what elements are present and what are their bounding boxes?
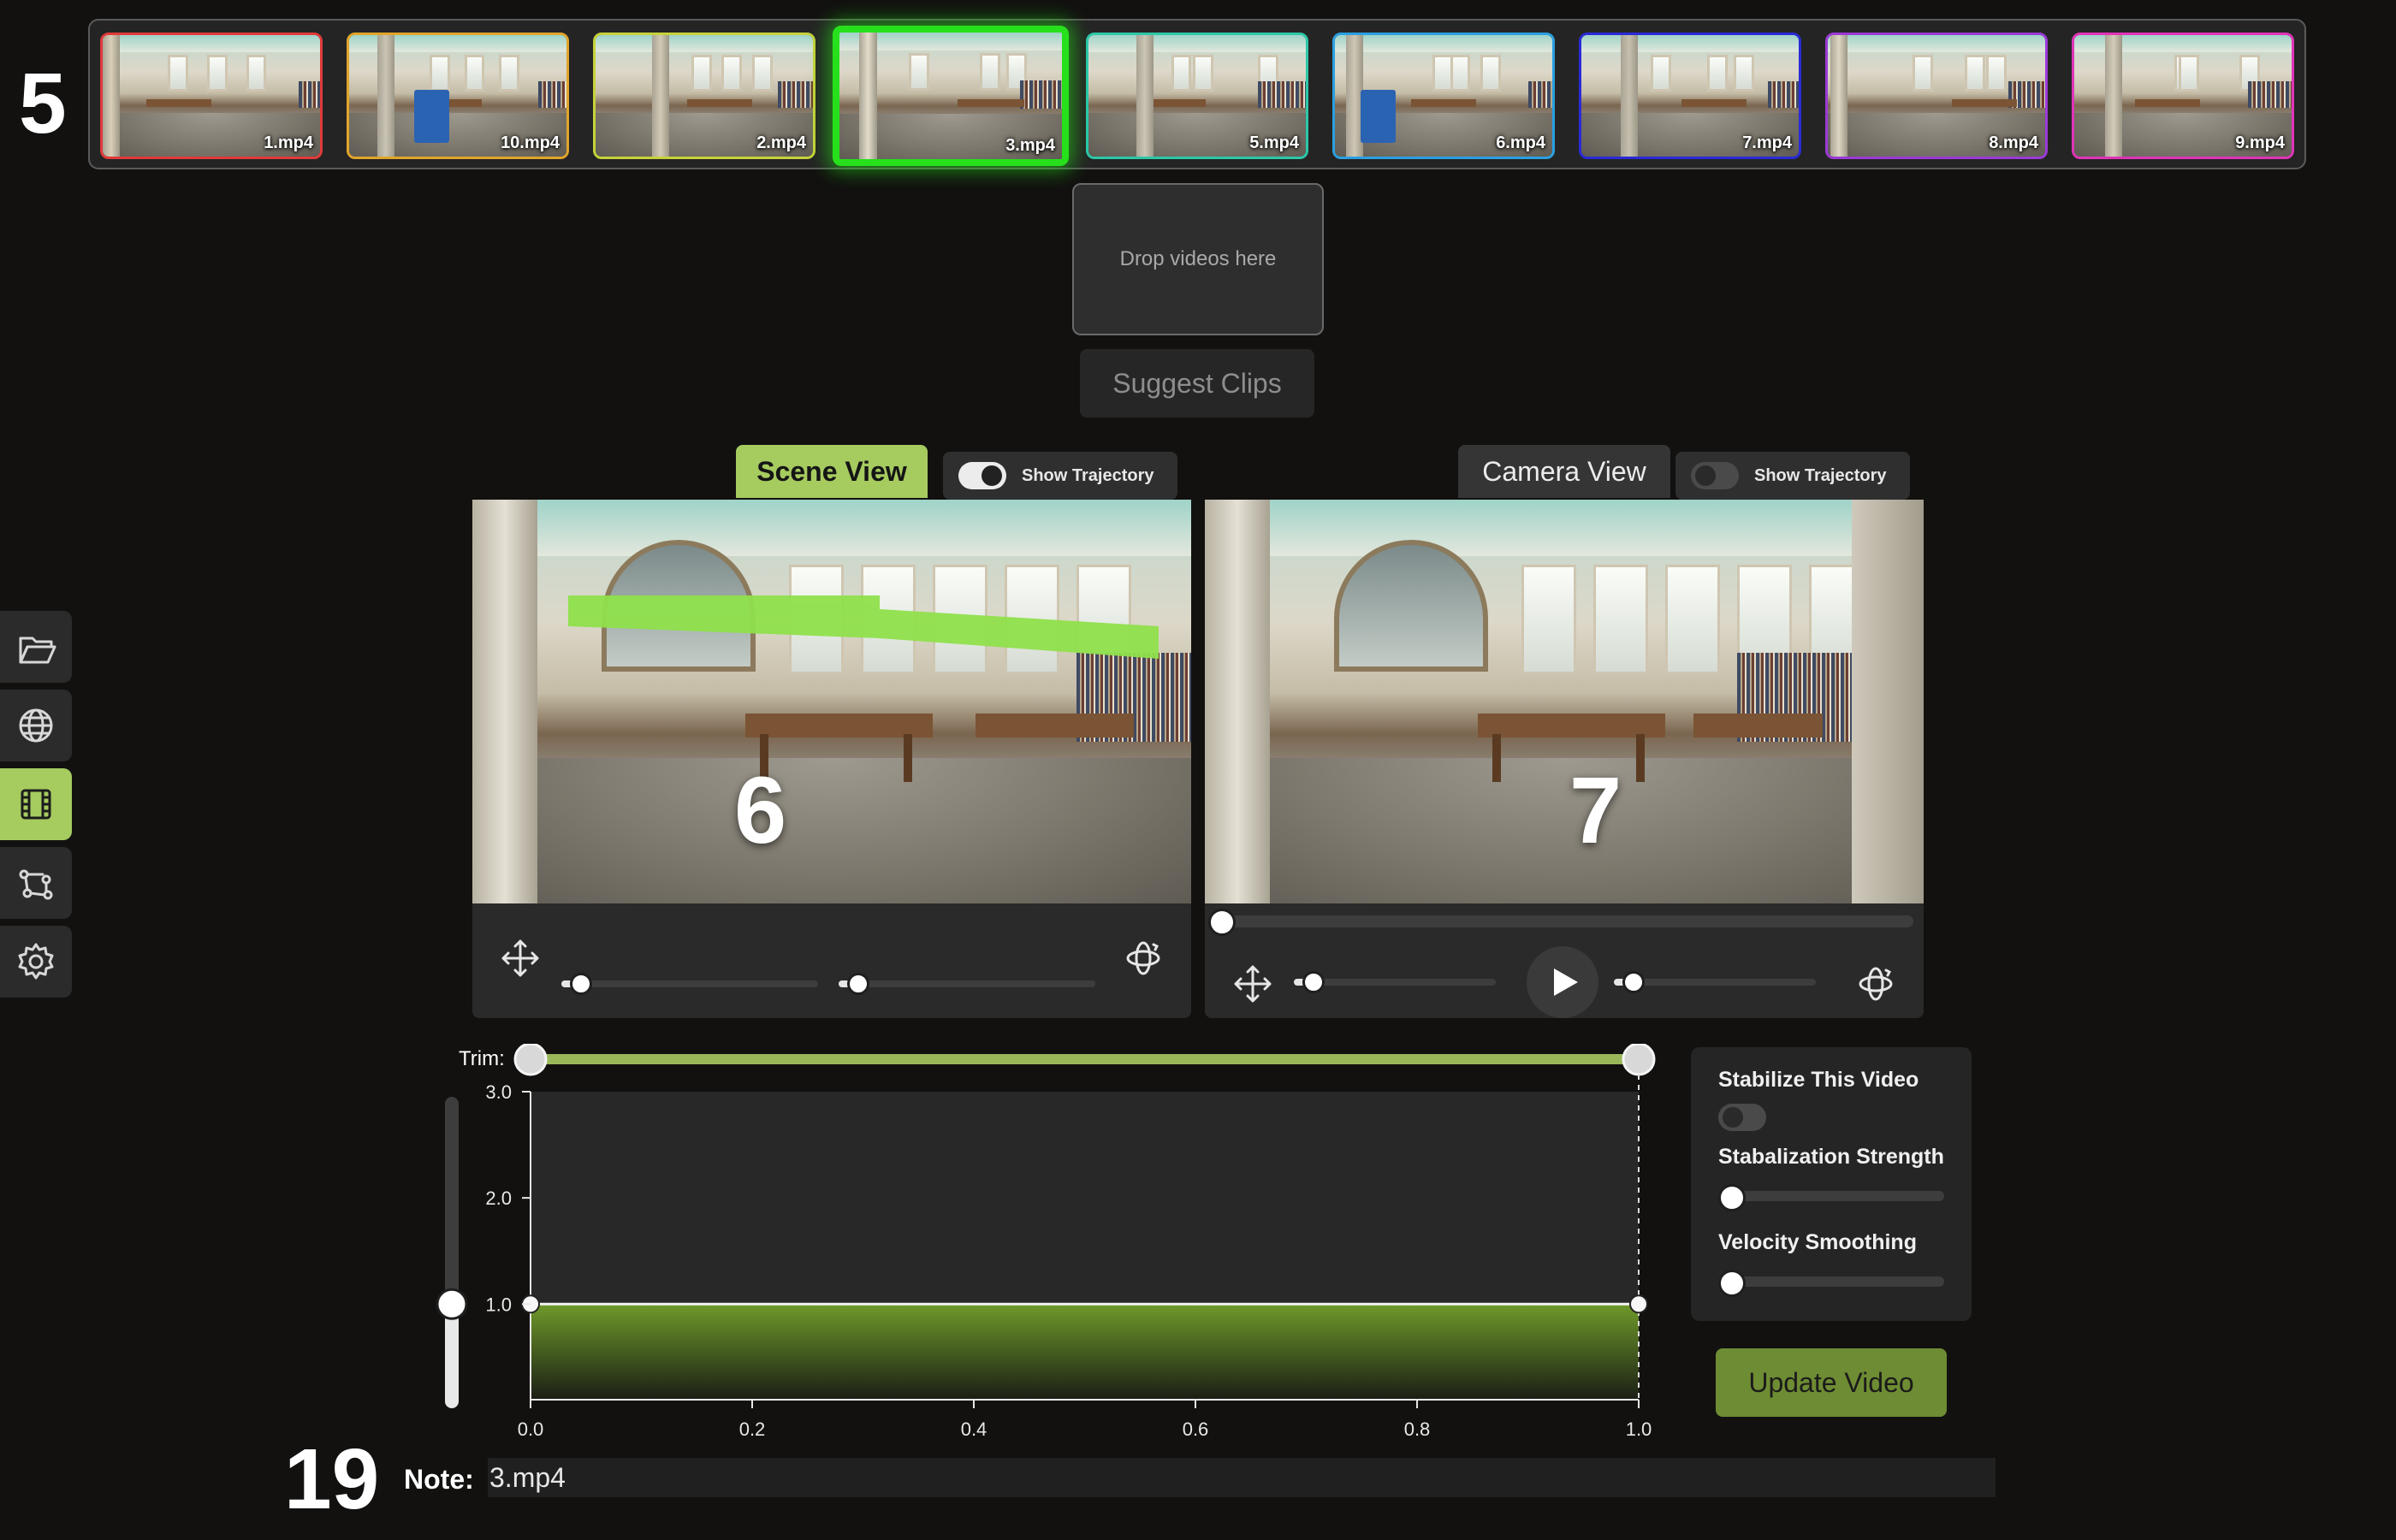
- trim-start-handle[interactable]: [513, 1044, 548, 1076]
- folder-open-icon: [19, 637, 56, 664]
- x-tick-label: 0.8: [1404, 1419, 1431, 1440]
- y-tick-label: 2.0: [485, 1188, 512, 1209]
- clip-thumbnail-5[interactable]: 5.mp4: [1086, 33, 1308, 159]
- clip-thumbnail-8[interactable]: 8.mp4: [1825, 33, 2048, 159]
- strength-slider[interactable]: [1718, 1191, 1944, 1201]
- camera-viewport[interactable]: 7: [1205, 500, 1924, 903]
- note-label: Note:: [404, 1464, 474, 1495]
- x-tick-label: 1.0: [1626, 1419, 1652, 1440]
- drop-videos-zone[interactable]: Drop videos here: [1072, 183, 1324, 335]
- scene-image: [472, 500, 1191, 903]
- clip-thumbnail-2[interactable]: 2.mp4: [593, 33, 815, 159]
- camera-show-trajectory-toggle[interactable]: Show Trajectory: [1675, 452, 1910, 500]
- scene-trajectory-label: Show Trajectory: [1022, 465, 1154, 485]
- play-icon: [1554, 968, 1578, 996]
- timeline-scrubber[interactable]: [1215, 915, 1913, 927]
- scene-controls: [472, 903, 1191, 1018]
- x-tick-label: 0.0: [518, 1419, 544, 1440]
- speed-curve-chart[interactable]: 0.0 0.2 0.4 0.6 0.8 1.0 1.0 2.0 3.0: [402, 1044, 1669, 1454]
- camera-trajectory-switch[interactable]: [1691, 462, 1739, 489]
- scene-zoom-slider-knob[interactable]: [847, 973, 869, 995]
- orbit-icon[interactable]: [1123, 938, 1164, 979]
- play-button[interactable]: [1527, 946, 1598, 1018]
- clip-strip: 1.mp4 10.mp4 2.mp4 3.mp4 5.mp4 6.mp4 7.mp4 8.mp…: [88, 19, 2306, 169]
- gear-icon: [18, 943, 54, 980]
- stabilize-label: Stabilize This Video: [1718, 1068, 1919, 1092]
- clip-filename-label: 6.mp4: [1496, 133, 1545, 152]
- stabilization-settings-panel: Stabilize This Video Stabalization Stren…: [1691, 1047, 1972, 1321]
- clip-filename-label: 1.mp4: [264, 133, 313, 152]
- clip-thumbnail-3[interactable]: 3.mp4: [833, 26, 1069, 166]
- clip-filename-label: 8.mp4: [1989, 133, 2038, 152]
- scene-pan-slider[interactable]: [561, 980, 818, 987]
- y-scale-slider-knob[interactable]: [436, 1288, 468, 1320]
- globe-icon: [19, 708, 53, 743]
- tab-scene-view[interactable]: Scene View: [736, 445, 928, 498]
- sidebar-button-film[interactable]: [0, 768, 72, 840]
- clip-filename-label: 7.mp4: [1742, 133, 1792, 152]
- x-tick-label: 0.2: [739, 1419, 766, 1440]
- move-icon[interactable]: [1232, 963, 1273, 1004]
- trim-range-bar[interactable]: [531, 1054, 1639, 1064]
- move-icon[interactable]: [500, 938, 541, 979]
- clip-filename-label: 3.mp4: [1005, 136, 1055, 155]
- camera-controls: [1205, 903, 1924, 1018]
- scene-viewport[interactable]: 6: [472, 500, 1191, 903]
- camera-trajectory-label: Show Trajectory: [1754, 465, 1887, 485]
- camera-pan-slider-knob[interactable]: [1302, 971, 1325, 993]
- sidebar-button-graph-nodes[interactable]: [0, 847, 72, 919]
- annotation-7: 7: [1569, 758, 1622, 863]
- graph-nodes-icon: [19, 869, 53, 900]
- strength-label: Stabalization Strength: [1718, 1145, 1944, 1169]
- note-input[interactable]: [488, 1458, 1996, 1497]
- sidebar-button-folder-open[interactable]: [0, 611, 72, 683]
- speed-point[interactable]: [1629, 1294, 1648, 1314]
- strength-slider-knob[interactable]: [1718, 1184, 1746, 1211]
- sidebar-button-globe[interactable]: [0, 690, 72, 761]
- smoothing-slider[interactable]: [1718, 1276, 1944, 1287]
- update-video-button[interactable]: Update Video: [1716, 1348, 1947, 1417]
- trash-bin-image: [414, 89, 449, 144]
- scene-zoom-slider[interactable]: [839, 980, 1095, 987]
- clip-thumbnail-10[interactable]: 10.mp4: [347, 33, 569, 159]
- smoothing-label: Velocity Smoothing: [1718, 1230, 1917, 1254]
- x-tick-label: 0.4: [961, 1419, 987, 1440]
- scene-show-trajectory-toggle[interactable]: Show Trajectory: [943, 452, 1177, 500]
- trajectory-path: [568, 595, 1159, 659]
- annotation-19: 19: [284, 1431, 380, 1527]
- clip-thumbnail-1[interactable]: 1.mp4: [100, 33, 323, 159]
- clip-filename-label: 5.mp4: [1249, 133, 1299, 152]
- trim-end-handle[interactable]: [1622, 1044, 1656, 1076]
- camera-zoom-slider-knob[interactable]: [1622, 971, 1645, 993]
- x-tick-label: 0.6: [1183, 1419, 1209, 1440]
- film-icon: [21, 789, 51, 820]
- speed-area: [531, 1304, 1639, 1400]
- clip-filename-label: 9.mp4: [2235, 133, 2285, 152]
- suggest-clips-button[interactable]: Suggest Clips: [1080, 349, 1314, 418]
- annotation-5: 5: [19, 56, 67, 151]
- stabilize-switch[interactable]: [1718, 1104, 1766, 1131]
- clip-filename-label: 2.mp4: [756, 133, 806, 152]
- clip-thumbnail-6[interactable]: 6.mp4: [1332, 33, 1555, 159]
- scene-trajectory-switch[interactable]: [958, 462, 1006, 489]
- timeline-scrubber-knob[interactable]: [1208, 909, 1236, 936]
- smoothing-slider-knob[interactable]: [1718, 1270, 1746, 1297]
- clip-filename-label: 10.mp4: [501, 133, 560, 152]
- trash-bin-image: [1361, 89, 1397, 144]
- clip-thumbnail-9[interactable]: 9.mp4: [2072, 33, 2294, 159]
- sidebar-button-gear[interactable]: [0, 926, 72, 998]
- tab-camera-view[interactable]: Camera View: [1458, 445, 1670, 498]
- scene-pan-slider-knob[interactable]: [570, 973, 592, 995]
- camera-image: [1205, 500, 1924, 903]
- orbit-icon[interactable]: [1855, 963, 1896, 1004]
- y-tick-label: 1.0: [485, 1294, 512, 1315]
- y-tick-label: 3.0: [485, 1081, 512, 1103]
- clip-thumbnail-7[interactable]: 7.mp4: [1579, 33, 1801, 159]
- annotation-6: 6: [734, 758, 787, 863]
